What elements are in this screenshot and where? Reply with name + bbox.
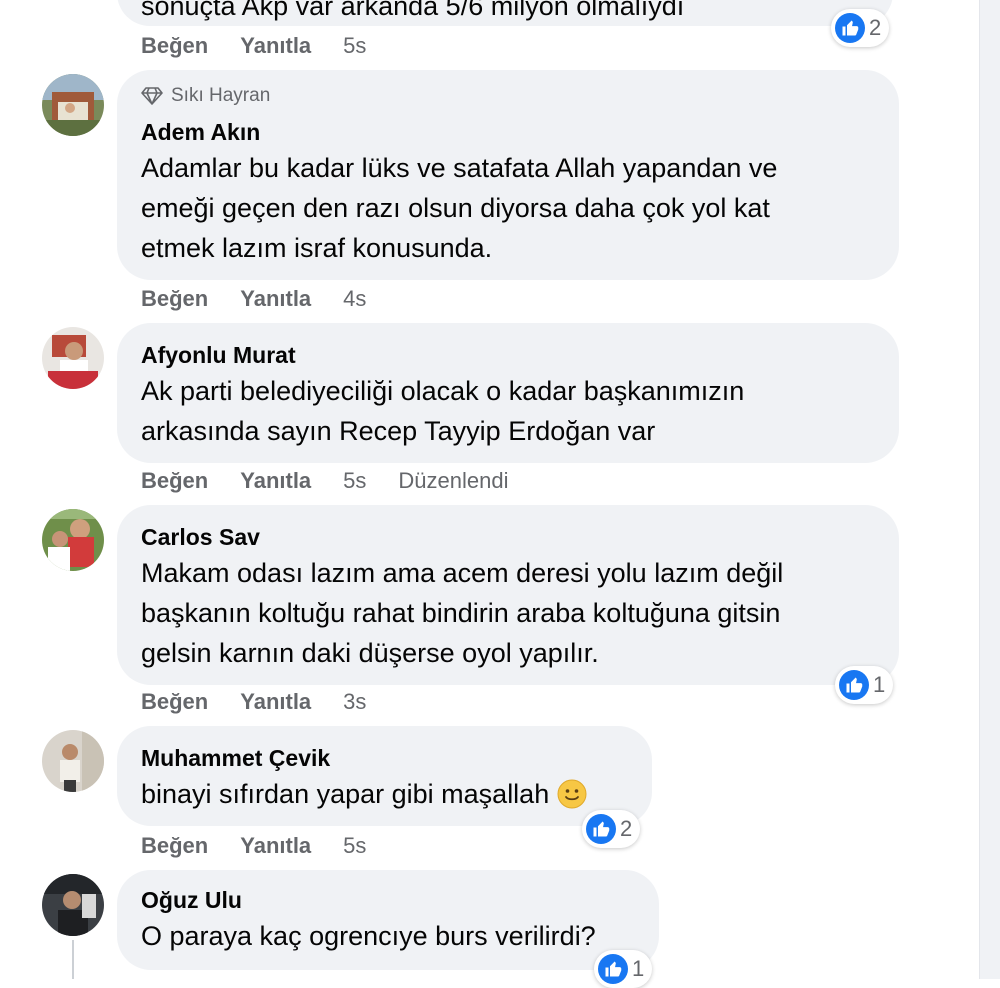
comment-text: Adamlar bu kadar lüks ve satafata Allah …: [141, 148, 875, 268]
reaction-count: 1: [632, 956, 645, 981]
comment-line: O paraya kaç ogrencıye burs verilirdi?: [141, 921, 596, 951]
timestamp[interactable]: 5s: [343, 468, 366, 494]
reply-button[interactable]: Yanıtla: [240, 468, 311, 494]
timestamp[interactable]: 5s: [343, 33, 366, 59]
like-icon: [586, 814, 616, 844]
reaction-badge[interactable]: 1: [594, 950, 653, 988]
thread-line: [72, 940, 74, 979]
fan-badge[interactable]: Sıkı Hayran: [141, 84, 875, 108]
edited-label: Düzenlendi: [398, 468, 509, 493]
timestamp[interactable]: 5s: [343, 833, 366, 859]
comment-actions: Beğen Yanıtla 5s: [141, 831, 398, 861]
avatar[interactable]: [42, 327, 104, 389]
diamond-icon: [141, 87, 163, 105]
like-icon: [839, 670, 869, 700]
comment-bubble: Muhammet Çevik binayi sıfırdan yapar gib…: [117, 726, 652, 826]
avatar[interactable]: [42, 874, 104, 936]
comment-actions: Beğen Yanıtla 5s: [141, 31, 398, 61]
avatar[interactable]: [42, 74, 104, 136]
like-button[interactable]: Beğen: [141, 833, 208, 859]
comment-line: arkasında sayın Recep Tayyip Erdoğan var: [141, 416, 656, 446]
comment-line: Ak parti belediyeciliği olacak o kadar b…: [141, 376, 745, 406]
avatar[interactable]: [42, 730, 104, 792]
like-icon: [598, 954, 628, 984]
comment-text: O paraya kaç ogrencıye burs verilirdi?: [141, 916, 635, 956]
comment-line: Makam odası lazım ama acem deresi yolu l…: [141, 558, 784, 588]
comment-line: binayi sıfırdan yapar gibi maşallah: [141, 779, 550, 809]
comment-actions: Beğen Yanıtla 4s: [141, 284, 398, 314]
comment-author[interactable]: Afyonlu Murat: [141, 341, 875, 369]
comment-bubble: Oğuz Ulu O paraya kaç ogrencıye burs ver…: [117, 870, 659, 970]
like-icon: [835, 13, 865, 43]
reply-button[interactable]: Yanıtla: [240, 33, 311, 59]
badge-label: Sıkı Hayran: [171, 85, 271, 106]
reply-button[interactable]: Yanıtla: [240, 689, 311, 715]
like-button[interactable]: Beğen: [141, 468, 208, 494]
comment-actions: Beğen Yanıtla 5s Düzenlendi: [141, 466, 541, 496]
comment-author[interactable]: Adem Akın: [141, 118, 875, 146]
comment-line: başkanın koltuğu rahat bindirin araba ko…: [141, 598, 781, 628]
scrollbar[interactable]: [979, 0, 1000, 979]
comment-bubble: Sıkı Hayran Adem Akın Adamlar bu kadar l…: [117, 70, 899, 280]
comment-bubble: Afyonlu Murat Ak parti belediyeciliği ol…: [117, 323, 899, 463]
reaction-count: 2: [869, 15, 882, 40]
comment-bubble: sonuçta Akp var arkanda 5/6 milyon olmal…: [117, 0, 893, 26]
reaction-badge[interactable]: 2: [831, 9, 890, 47]
comment-line: etmek lazım israf konusunda.: [141, 233, 493, 263]
comment-text: binayi sıfırdan yapar gibi maşallah: [141, 774, 628, 814]
timestamp[interactable]: 3s: [343, 689, 366, 715]
smile-emoji-icon: [557, 779, 587, 809]
comment-text: Ak parti belediyeciliği olacak o kadar b…: [141, 371, 875, 451]
like-button[interactable]: Beğen: [141, 33, 208, 59]
reaction-badge[interactable]: 1: [835, 666, 894, 704]
reaction-count: 2: [620, 816, 633, 841]
reaction-badge[interactable]: 2: [582, 810, 641, 848]
like-button[interactable]: Beğen: [141, 286, 208, 312]
comment-line: gelsin karnın daki düşerse oyol yapılır.: [141, 638, 599, 668]
reply-button[interactable]: Yanıtla: [240, 833, 311, 859]
comment-actions: Beğen Yanıtla 3s: [141, 687, 398, 717]
comment-author[interactable]: Muhammet Çevik: [141, 744, 628, 772]
avatar[interactable]: [42, 509, 104, 571]
comment-text: Makam odası lazım ama acem deresi yolu l…: [141, 553, 875, 673]
comment-author[interactable]: Carlos Sav: [141, 523, 875, 551]
like-button[interactable]: Beğen: [141, 689, 208, 715]
reaction-count: 1: [873, 672, 886, 697]
timestamp[interactable]: 4s: [343, 286, 366, 312]
comment-bubble: Carlos Sav Makam odası lazım ama acem de…: [117, 505, 899, 685]
reply-button[interactable]: Yanıtla: [240, 286, 311, 312]
comment-line: emeği geçen den razı olsun diyorsa daha …: [141, 193, 770, 223]
comment-author[interactable]: Oğuz Ulu: [141, 886, 635, 914]
comment-line: Adamlar bu kadar lüks ve satafata Allah …: [141, 153, 778, 183]
comment-text: sonuçta Akp var arkanda 5/6 milyon olmal…: [141, 0, 685, 21]
